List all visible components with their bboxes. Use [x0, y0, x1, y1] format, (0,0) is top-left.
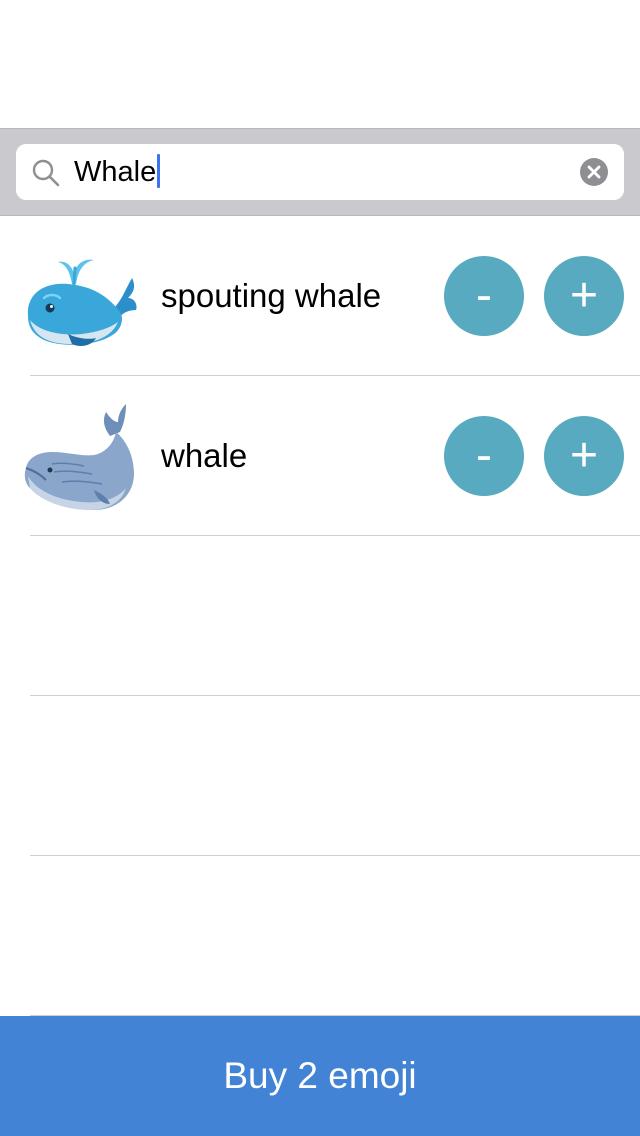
buy-emoji-button[interactable]: Buy 2 emoji [0, 1016, 640, 1136]
clear-icon[interactable] [580, 158, 608, 186]
emoji-list: spouting whale - + whale - + [0, 216, 640, 1016]
search-input-text: Whale [74, 156, 157, 188]
empty-list-row [0, 536, 640, 696]
text-caret [157, 154, 161, 189]
decrease-quantity-button[interactable]: - [444, 256, 524, 336]
list-item-label: spouting whale [161, 277, 382, 314]
empty-list-row [0, 856, 640, 1016]
list-item: whale - + [0, 376, 640, 536]
increase-quantity-button[interactable]: + [544, 256, 624, 336]
search-bar: Whale [0, 128, 640, 216]
status-area [0, 0, 640, 128]
list-item: spouting whale - + [0, 216, 640, 376]
search-field[interactable]: Whale [16, 144, 624, 200]
spouting-whale-icon [27, 259, 137, 346]
decrease-quantity-button[interactable]: - [444, 416, 524, 496]
increase-quantity-button[interactable]: + [544, 416, 624, 496]
whale-icon [24, 404, 134, 510]
search-icon [32, 159, 60, 187]
search-input[interactable]: Whale [74, 144, 161, 200]
app-screen: Whale spouting whale - + whale - + Buy 2… [0, 0, 640, 1136]
list-item-label: whale [161, 437, 248, 474]
empty-list-row [0, 696, 640, 856]
